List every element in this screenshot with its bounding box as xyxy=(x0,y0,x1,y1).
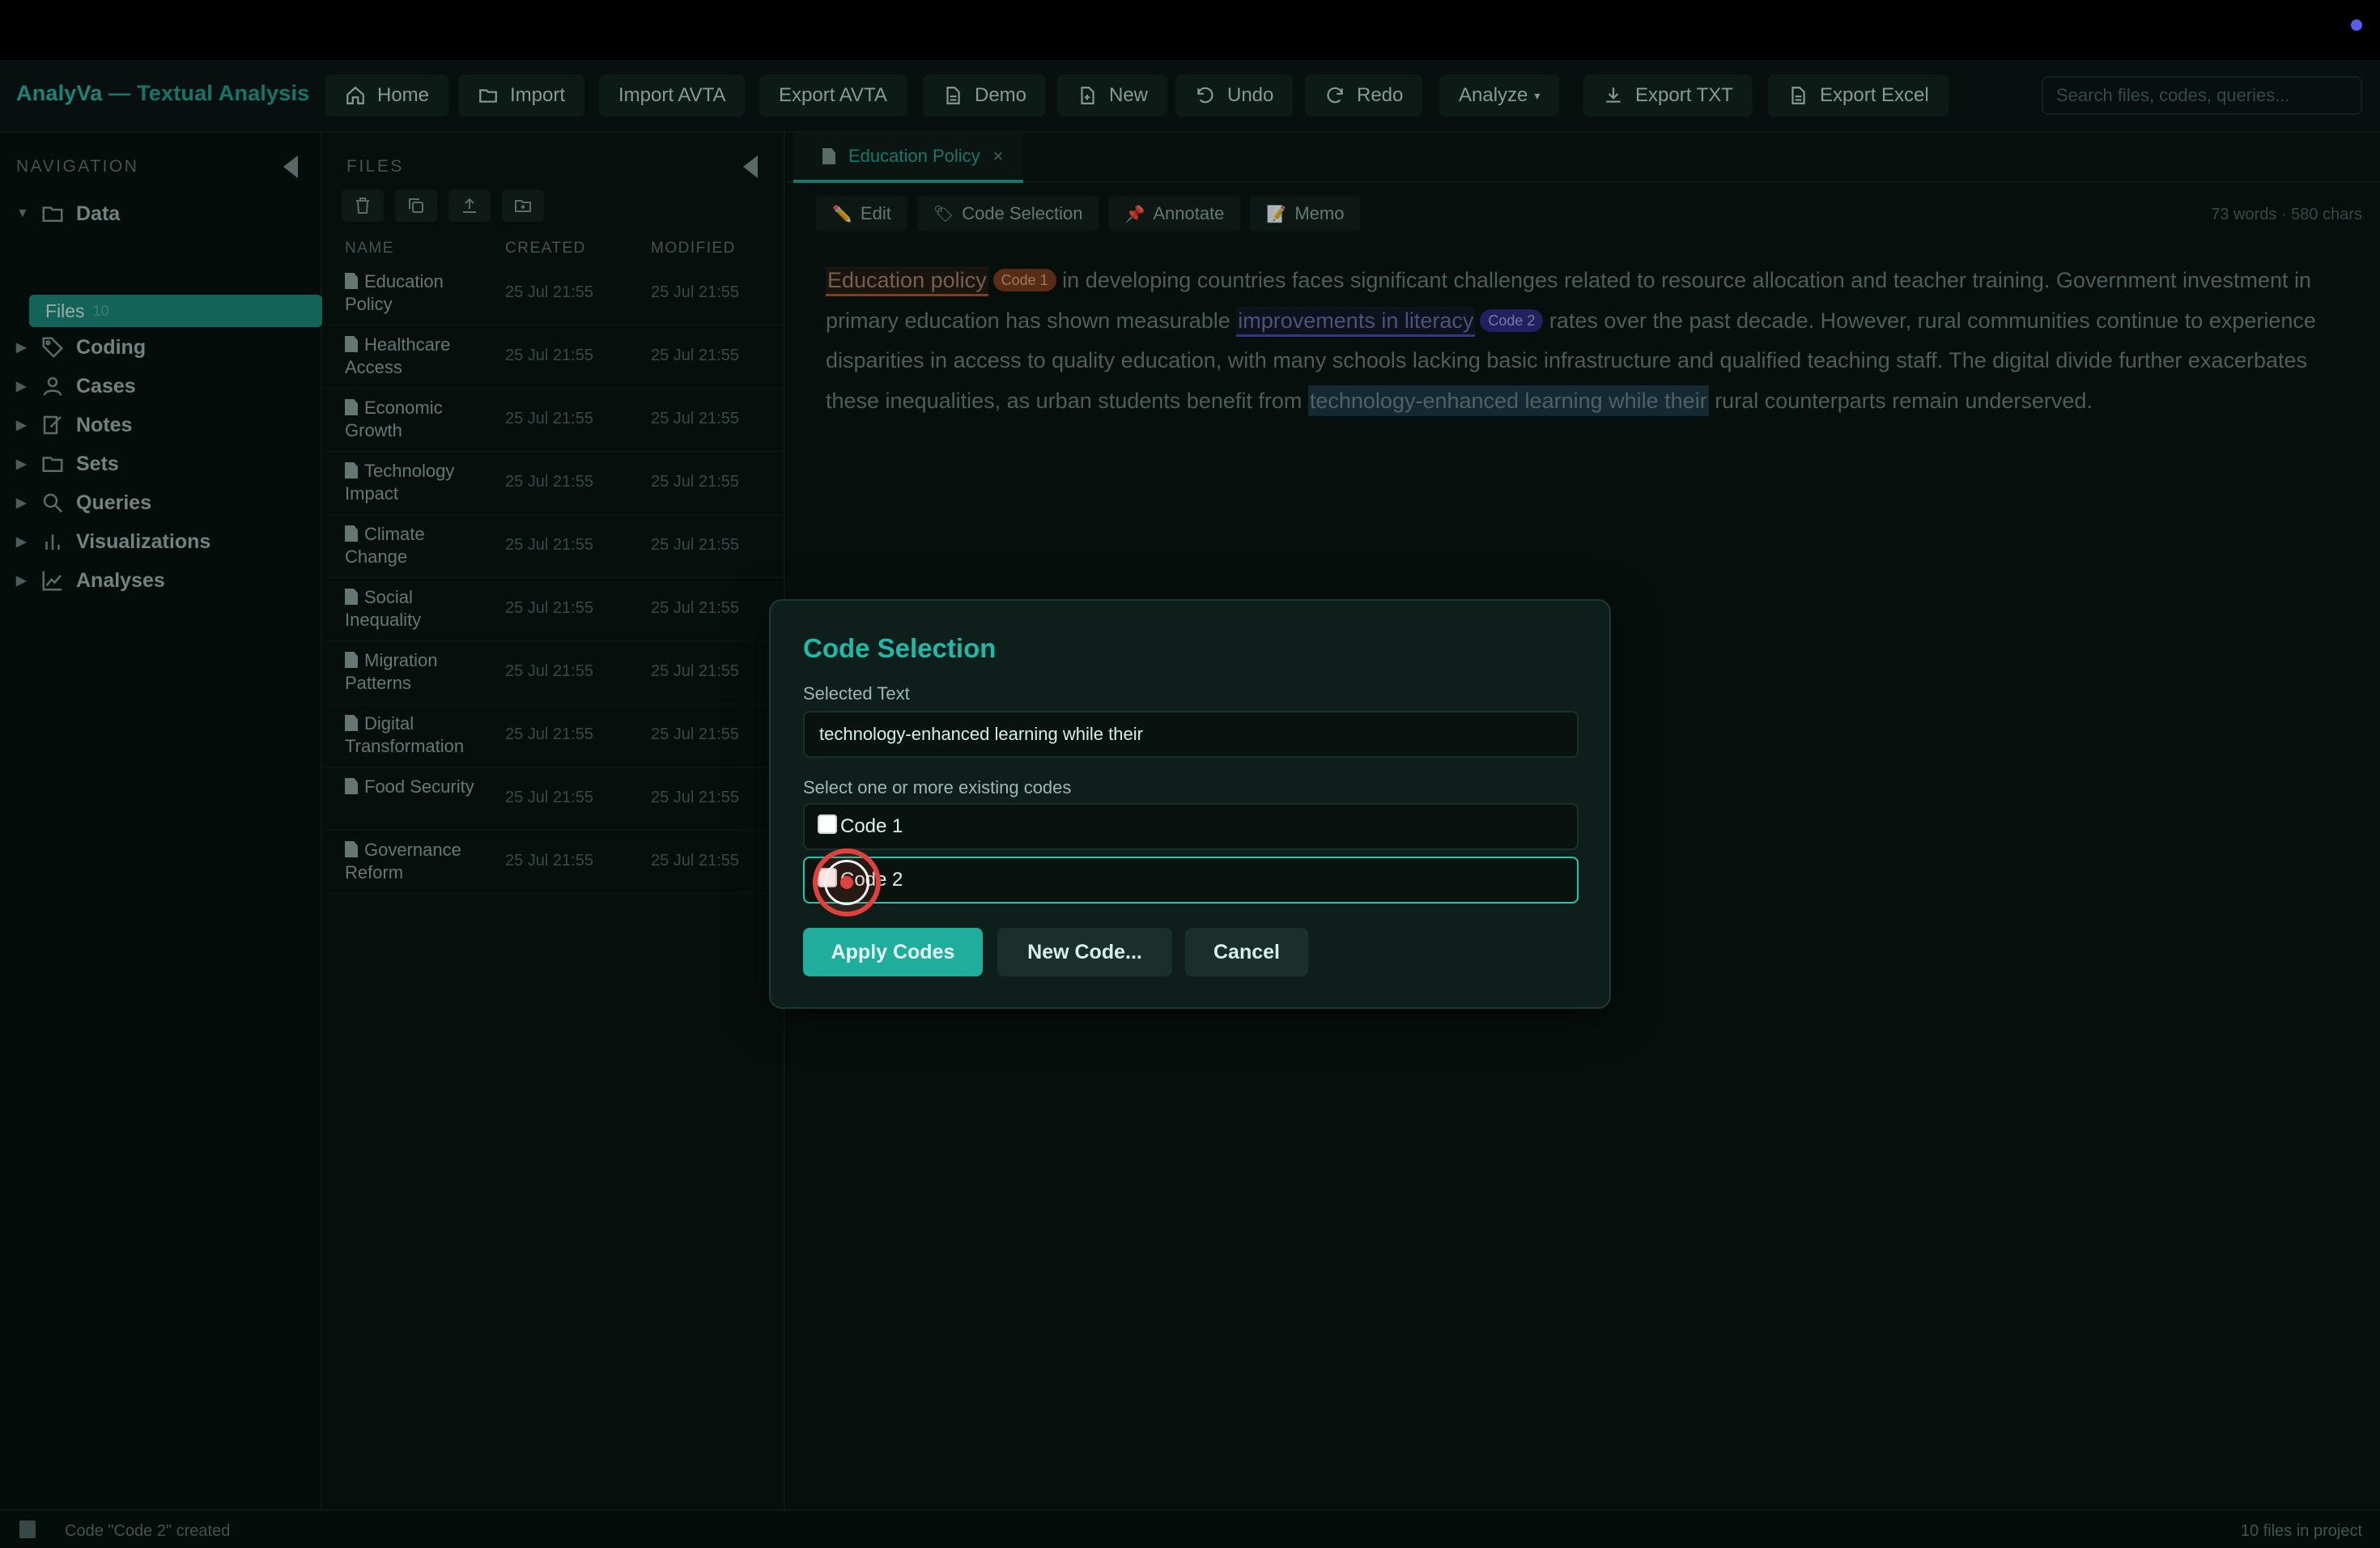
dialog-title: Code Selection xyxy=(803,633,997,663)
code-option-2[interactable]: Code 2 xyxy=(803,857,1579,904)
new-code-button[interactable]: New Code... xyxy=(997,928,1172,976)
code-option-1[interactable]: Code 1 xyxy=(803,803,1579,850)
status-dot xyxy=(2351,19,2362,31)
system-bar xyxy=(0,0,2380,60)
cursor-dot-icon xyxy=(840,876,853,889)
apply-codes-button[interactable]: Apply Codes xyxy=(803,928,983,976)
code-1-checkbox[interactable] xyxy=(818,814,837,834)
code-option-label: Code 1 xyxy=(840,815,903,837)
codes-label: Select one or more existing codes xyxy=(803,777,1072,797)
selected-text-field[interactable] xyxy=(803,711,1579,758)
cancel-button[interactable]: Cancel xyxy=(1185,928,1308,976)
code-selection-dialog: Code Selection Selected Text Select one … xyxy=(769,599,1611,1009)
selected-text-label: Selected Text xyxy=(803,683,910,704)
